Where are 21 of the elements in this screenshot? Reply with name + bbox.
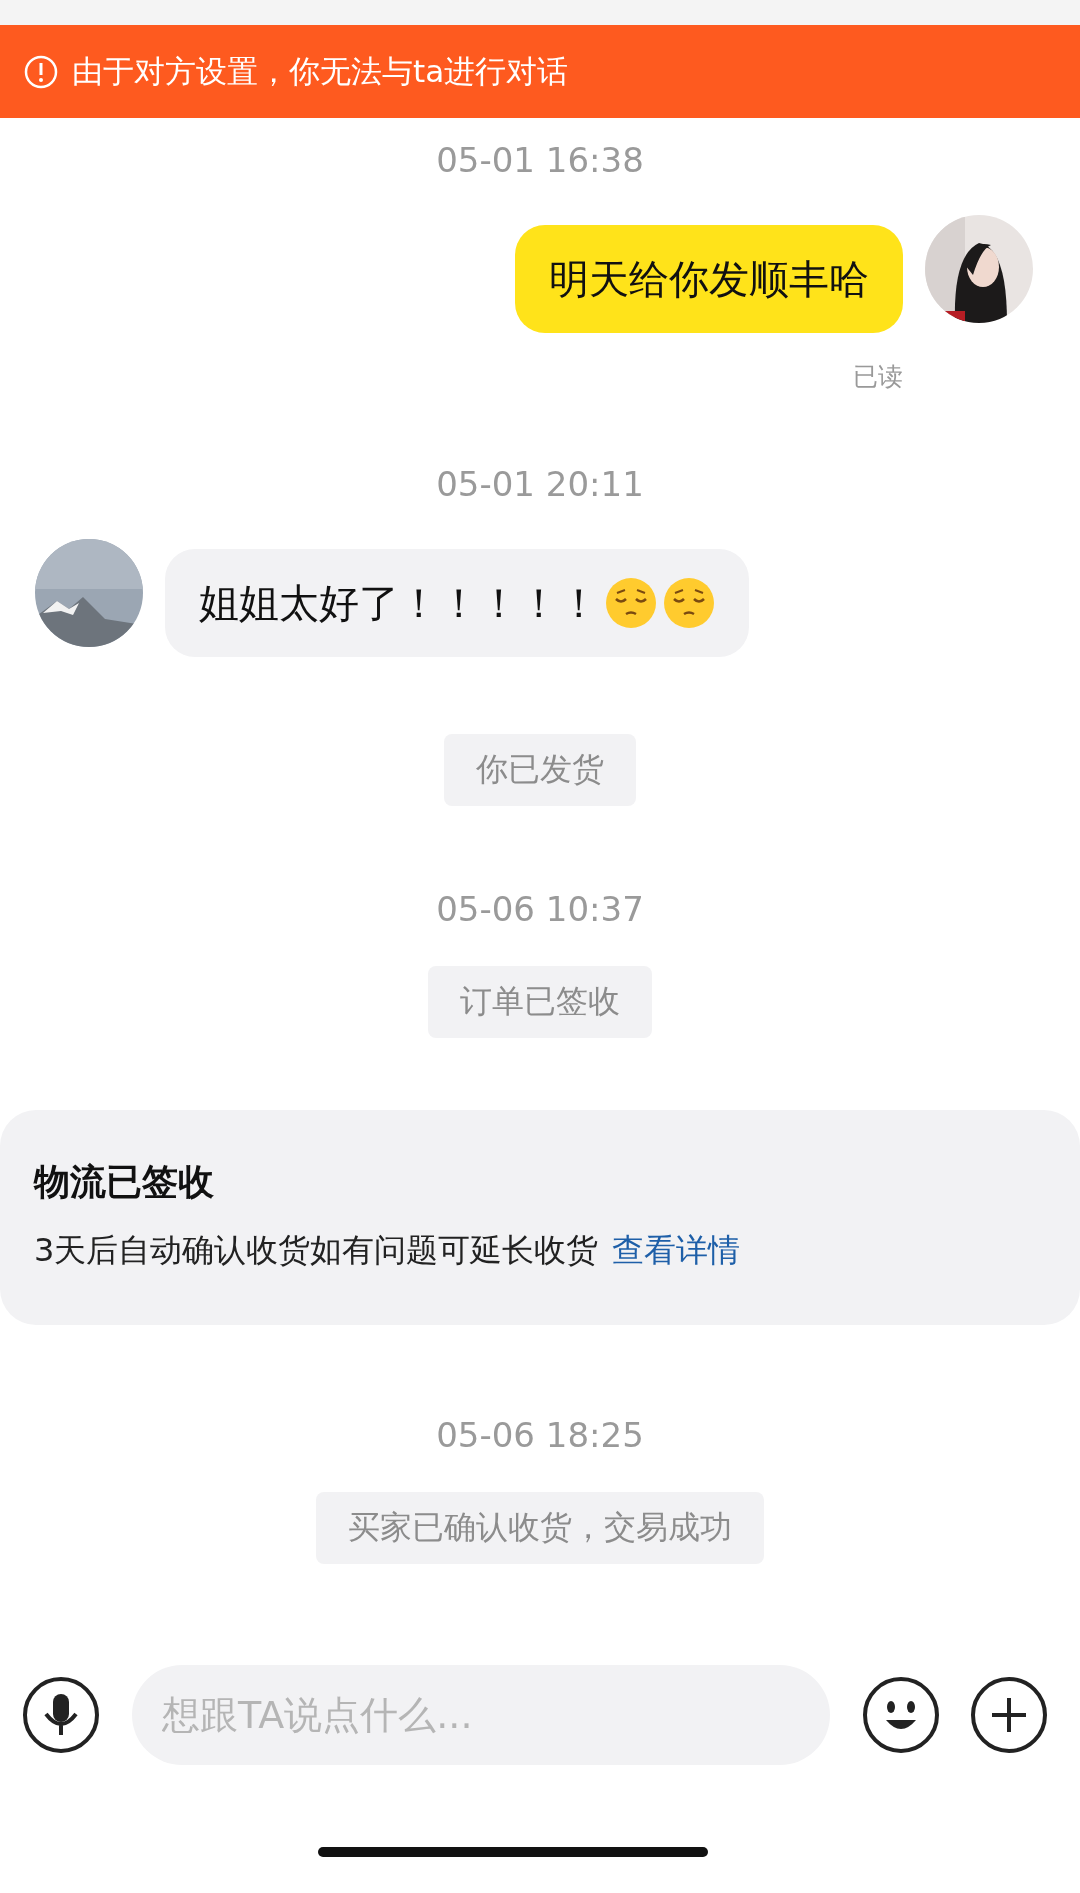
system-notice: 订单已签收 xyxy=(428,966,652,1038)
relieved-face-icon xyxy=(605,577,657,629)
timestamp: 05-01 16:38 xyxy=(436,139,644,182)
read-receipt: 已读 xyxy=(853,361,903,393)
card-title: 物流已签收 xyxy=(34,1160,215,1204)
card-text: 3天后自动确认收货如有问题可延长收货 查看详情 xyxy=(34,1230,742,1271)
smiley-icon[interactable] xyxy=(862,1676,940,1754)
timestamp: 05-06 10:37 xyxy=(436,888,644,931)
timestamp: 05-06 18:25 xyxy=(436,1414,644,1457)
message-text: 明天给你发顺丰哈 xyxy=(549,254,869,304)
system-notice: 你已发货 xyxy=(444,734,636,806)
microphone-icon[interactable] xyxy=(22,1676,100,1754)
banner-text: 由于对方设置，你无法与ta进行对话 xyxy=(72,51,569,91)
details-link[interactable]: 查看详情 xyxy=(612,1231,741,1269)
message-input-field[interactable]: 想跟TA说点什么... xyxy=(132,1665,830,1765)
message-text: 姐姐太好了！！！！！ xyxy=(199,578,599,628)
plus-icon[interactable] xyxy=(970,1676,1048,1754)
system-notice: 买家已确认收货，交易成功 xyxy=(316,1492,764,1564)
relieved-face-icon xyxy=(663,577,715,629)
timestamp: 05-01 20:11 xyxy=(436,463,644,506)
alert-icon xyxy=(24,54,58,89)
